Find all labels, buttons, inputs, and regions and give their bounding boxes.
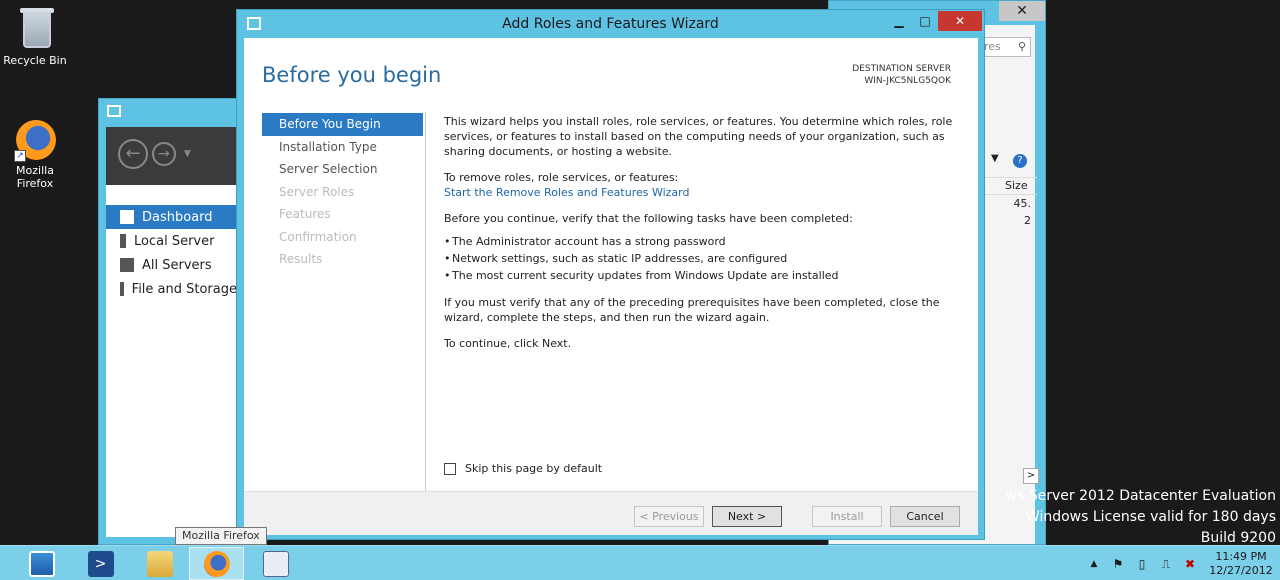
list-item: The most current security updates from W… (444, 268, 959, 283)
task-list: The Administrator account has a strong p… (444, 234, 959, 283)
firefox-icon: ↗ (12, 116, 58, 162)
volume-icon[interactable]: ✖ (1183, 557, 1197, 571)
step-installation-type[interactable]: Installation Type (262, 136, 423, 159)
server-manager-icon (28, 550, 55, 577)
menu-item-label: Local Server (134, 233, 215, 249)
clock-date: 12/27/2012 (1209, 563, 1273, 577)
size-column-header: Size (1005, 179, 1028, 192)
search-box[interactable]: res ⚲ (979, 37, 1031, 57)
close-icon[interactable]: ✕ (938, 11, 982, 31)
wizard-steps: Before You Begin Installation Type Serve… (262, 113, 423, 271)
chevron-up-icon[interactable]: ▲ (1087, 557, 1101, 571)
destination-server: DESTINATION SERVER WIN-JKC5NLG5QOK (852, 63, 951, 87)
skip-page-option[interactable]: Skip this page by default (444, 462, 602, 475)
control-panel-icon (262, 550, 289, 577)
page-title: Before you begin (262, 63, 442, 87)
previous-button[interactable]: < Previous (634, 506, 704, 527)
cancel-button[interactable]: Cancel (890, 506, 960, 527)
wizard-titlebar[interactable]: Add Roles and Features Wizard ▁ □ ✕ (237, 10, 984, 38)
tooltip: Mozilla Firefox (175, 527, 267, 545)
next-button[interactable]: Next > (712, 506, 782, 527)
firefox-label: Mozilla Firefox (16, 164, 54, 190)
control-panel-taskbar-button[interactable] (248, 547, 303, 580)
table-cell: 45. (1013, 197, 1032, 210)
windows-watermark: ws Server 2012 Datacenter Evaluation Win… (1006, 486, 1276, 549)
minimize-icon[interactable]: ▁ (886, 11, 912, 31)
step-server-roles: Server Roles (279, 184, 355, 199)
server-manager-taskbar-button[interactable] (14, 547, 69, 580)
column-header[interactable]: n Size (979, 177, 1037, 195)
divider (425, 112, 426, 492)
step-confirmation: Confirmation (279, 229, 357, 244)
continue-note: To continue, click Next. (444, 337, 572, 350)
powershell-taskbar-button[interactable]: > (73, 547, 128, 580)
back-arrow-icon[interactable]: ← (118, 139, 148, 169)
file-explorer-taskbar-button[interactable] (132, 547, 187, 580)
destination-server-name: WIN-JKC5NLG5QOK (864, 76, 951, 86)
menu-item-file-storage[interactable]: File and Storage (106, 277, 237, 301)
wizard-title: Add Roles and Features Wizard (502, 16, 719, 32)
close-icon[interactable]: ✕ (999, 1, 1045, 21)
maximize-icon[interactable]: □ (912, 11, 938, 31)
destination-label: DESTINATION SERVER (852, 64, 951, 74)
menu-item-label: File and Storage (131, 281, 237, 297)
servers-icon (120, 258, 134, 272)
step-before-you-begin[interactable]: Before You Begin (262, 113, 423, 136)
remove-label: To remove roles, role services, or featu… (444, 171, 679, 184)
taskbar: > ▲ ⚑ ▯ ⎍ ✖ 11:49 PM 12/27/2012 (0, 545, 1280, 580)
watermark-line: ws Server 2012 Datacenter Evaluation (1005, 488, 1276, 504)
menu-item-local-server[interactable]: Local Server (106, 229, 237, 253)
firefox-taskbar-button[interactable] (189, 547, 244, 580)
step-features: Features (279, 207, 331, 221)
system-tray: ▲ ⚑ ▯ ⎍ ✖ 11:49 PM 12/27/2012 (1082, 546, 1280, 580)
powershell-icon: > (87, 550, 114, 577)
step-results: Results (279, 252, 323, 266)
skip-page-checkbox[interactable] (444, 462, 456, 475)
forward-arrow-icon[interactable]: → (152, 142, 176, 166)
step-server-selection[interactable]: Server Selection (262, 158, 423, 181)
dashboard-icon (120, 210, 134, 224)
navigation-bar: ← → ▼ (106, 127, 237, 185)
table-cell: 2 (1024, 214, 1031, 227)
recycle-bin-label: Recycle Bin (3, 54, 67, 67)
firefox-desktop-icon[interactable]: ↗ Mozilla Firefox (0, 116, 70, 190)
search-icon: ⚲ (1017, 40, 1026, 53)
firefox-icon (203, 550, 230, 577)
watermark-line: Windows License valid for 180 days (1025, 509, 1276, 525)
prereq-note: If you must verify that any of the prece… (444, 296, 940, 324)
search-input: res (984, 40, 1001, 53)
server-manager-window[interactable]: ← → ▼ Dashboard Local Server All Servers… (98, 98, 238, 545)
menu-item-label: All Servers (142, 257, 212, 273)
recycle-bin-icon (12, 6, 58, 52)
chevron-down-icon[interactable]: ▼ (184, 149, 191, 159)
verify-label: Before you continue, verify that the fol… (444, 212, 853, 225)
skip-page-label: Skip this page by default (465, 462, 603, 475)
wizard-footer: < Previous Next > Install Cancel (244, 491, 978, 535)
storage-icon (120, 282, 124, 296)
battery-icon[interactable]: ▯ (1135, 557, 1149, 571)
list-item: Network settings, such as static IP addr… (444, 251, 959, 266)
chevron-down-icon[interactable]: ▼ (991, 153, 999, 164)
clock-time: 11:49 PM (1215, 549, 1267, 563)
help-icon[interactable]: ? (1013, 154, 1027, 168)
wizard-body: Before you begin DESTINATION SERVER WIN-… (244, 38, 978, 535)
menu-item-all-servers[interactable]: All Servers (106, 253, 237, 277)
wizard-content: This wizard helps you install roles, rol… (444, 114, 959, 362)
remove-wizard-link[interactable]: Start the Remove Roles and Features Wiza… (444, 185, 959, 200)
menu-item-label: Dashboard (142, 209, 213, 225)
recycle-bin-desktop-icon[interactable]: Recycle Bin (0, 6, 70, 67)
network-icon[interactable]: ⎍ (1159, 557, 1173, 571)
server-icon (120, 234, 126, 248)
server-manager-menu: Dashboard Local Server All Servers File … (106, 205, 237, 301)
menu-item-dashboard[interactable]: Dashboard (106, 205, 237, 229)
folder-icon (146, 550, 173, 577)
action-center-icon[interactable]: ⚑ (1111, 557, 1125, 571)
list-item: The Administrator account has a strong p… (444, 234, 959, 249)
server-manager-icon (107, 105, 121, 117)
install-button[interactable]: Install (812, 506, 882, 527)
intro-text: This wizard helps you install roles, rol… (444, 115, 953, 158)
clock[interactable]: 11:49 PM 12/27/2012 (1202, 550, 1280, 578)
add-roles-wizard-window[interactable]: Add Roles and Features Wizard ▁ □ ✕ Befo… (236, 9, 985, 540)
scroll-right-button[interactable]: > (1023, 468, 1039, 484)
